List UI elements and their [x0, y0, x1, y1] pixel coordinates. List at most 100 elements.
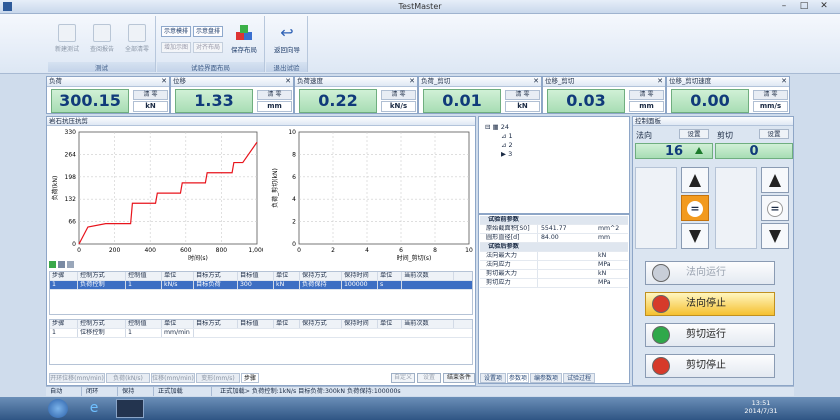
table-row[interactable]: 1 位移控制 1 mm/min [50, 329, 472, 338]
view-report-button[interactable]: 查阅报告 [85, 22, 119, 53]
bottom-action-button[interactable]: 自定义 [391, 373, 415, 383]
control-button-label: 剪切停止 [686, 360, 726, 371]
close-icon[interactable]: ✕ [781, 77, 787, 86]
main-panel-title: 岩石抗压抗剪 [47, 117, 475, 126]
property-category[interactable]: 试验前参数 [480, 216, 628, 225]
zero-button[interactable]: 清 零 [381, 90, 416, 100]
property-tab[interactable]: 参数项 [507, 373, 529, 383]
zero-button[interactable]: 清 零 [505, 90, 540, 100]
x-tick-label: 2 [331, 247, 335, 254]
testmaster-taskbar-icon[interactable] [116, 399, 144, 418]
zero-button[interactable]: 清 零 [257, 90, 292, 100]
normal-set-button[interactable]: 设置 [679, 129, 709, 139]
close-icon[interactable]: ✕ [409, 77, 415, 86]
property-tab[interactable]: 试验过程 [563, 373, 595, 383]
return-wizard-button[interactable]: ↩ 返回向导 [270, 22, 304, 55]
close-icon[interactable]: ✕ [533, 77, 539, 86]
tree-item[interactable]: ⊿ 1 [501, 132, 513, 140]
column-header: 目标方式 [194, 320, 238, 328]
control-button[interactable]: 剪切运行 [645, 323, 775, 347]
table-cell: 1 [126, 329, 162, 337]
y-tick-label: 330 [65, 129, 77, 136]
grid-icon[interactable] [58, 261, 66, 268]
shear-set-button[interactable]: 设置 [759, 129, 789, 139]
shear-up-button[interactable] [761, 167, 789, 193]
shear-down-button[interactable] [761, 223, 789, 249]
tree-root[interactable]: ⊟ ▦ 24 [485, 123, 509, 131]
close-icon[interactable]: ✕ [657, 77, 663, 86]
property-row[interactable]: 原始截面积[S0] 5541.77 mm^2 [480, 225, 628, 234]
plot-area [298, 131, 470, 245]
property-row[interactable]: 法向最大力 kN [480, 252, 628, 261]
column-header: 目标值 [238, 320, 274, 328]
layout-v-button[interactable]: 示意盘排 [193, 26, 224, 37]
property-row[interactable]: 剪切应力 MPa [480, 279, 628, 288]
column-header: 保持时间 [342, 320, 378, 328]
control-button[interactable]: 剪切停止 [645, 354, 775, 378]
add-view-button[interactable]: 增加示图 [161, 42, 192, 53]
table-cell: 1 [50, 281, 78, 289]
align-layout-button[interactable]: 对齐布局 [193, 42, 224, 53]
bottom-action-button[interactable]: 结束条件 [443, 373, 475, 383]
readout-card: 负荷 ✕ 300.15 清 零 kN [46, 76, 170, 114]
zero-button[interactable]: 清 零 [133, 90, 168, 100]
export-icon[interactable] [49, 261, 56, 268]
ribbon: 新建测试 查阅报告 全部清零 测试 示意模排 示意盘排 增加示图 对齐布局 保存… [0, 14, 840, 74]
layout-h-button[interactable]: 示意模排 [161, 26, 192, 37]
bottom-tab[interactable]: 步骤 [241, 373, 259, 383]
normal-slider-track[interactable] [635, 167, 677, 249]
card-label: 位移_剪切速度 [667, 77, 789, 87]
control-button-icon [652, 357, 670, 375]
bottom-action-button[interactable]: 设置 [417, 373, 441, 383]
bottom-tab[interactable]: 负荷(kN/s) [106, 373, 150, 383]
y-tick-label: 2 [292, 219, 296, 226]
list-icon[interactable] [67, 261, 75, 268]
table-cell: mm/min [162, 329, 194, 337]
control-button[interactable]: 法向停止 [645, 292, 775, 316]
tree-item[interactable]: ⊿ 2 [501, 141, 513, 149]
table-cell: 负荷保持 [300, 281, 342, 289]
control-button[interactable]: 法向运行 [645, 261, 775, 285]
zero-button[interactable]: 清 零 [629, 90, 664, 100]
control-panel-title: 控制面板 [633, 117, 793, 126]
card-label: 负荷速度 [295, 77, 417, 87]
new-test-button[interactable]: 新建测试 [50, 22, 84, 53]
close-icon[interactable]: ✕ [161, 77, 167, 86]
start-button[interactable] [48, 399, 68, 418]
x-tick-label: 4 [365, 247, 369, 254]
normal-hold-button[interactable]: = [681, 195, 709, 221]
control-button-label: 法向运行 [686, 267, 726, 278]
column-header: 控制值 [126, 272, 162, 280]
normal-up-button[interactable] [681, 167, 709, 193]
close-window-button[interactable]: ✕ [816, 1, 832, 12]
property-unit: mm [598, 234, 611, 241]
property-category[interactable]: 试验后参数 [480, 243, 628, 252]
clear-all-button[interactable]: 全部清零 [120, 22, 154, 53]
close-icon[interactable]: ✕ [285, 77, 291, 86]
table-cell: 300 [238, 281, 274, 289]
table-row[interactable]: 1 负荷控制 1 kN/s 目标负荷 300 kN 负荷保持 100000 s [50, 281, 472, 290]
chart-toolbar [49, 261, 89, 269]
readout-value: 300.15 [51, 89, 129, 113]
tree-item[interactable]: ▶ 3 [501, 150, 512, 158]
normal-down-button[interactable] [681, 223, 709, 249]
maximize-button[interactable]: □ [796, 1, 812, 12]
property-row[interactable]: 圆形直径[d] 84.00 mm [480, 234, 628, 243]
shear-slider-track[interactable] [715, 167, 757, 249]
zero-button[interactable]: 清 零 [753, 90, 788, 100]
bottom-tab[interactable]: 开环位移(mm/min) [49, 373, 105, 383]
property-row[interactable]: 法向应力 MPa [480, 261, 628, 270]
property-tab[interactable]: 编参数项 [530, 373, 562, 383]
save-layout-button[interactable]: 保存布局 [227, 22, 261, 54]
property-tab[interactable]: 设置项 [480, 373, 506, 383]
card-label: 负荷 [47, 77, 169, 87]
bottom-tab[interactable]: 变形(mm/s) [196, 373, 240, 383]
shear-hold-button[interactable]: = [761, 195, 789, 221]
property-row[interactable]: 剪切最大力 kN [480, 270, 628, 279]
minimize-button[interactable]: – [776, 1, 792, 12]
readout-card: 位移_剪切 ✕ 0.03 清 零 mm [542, 76, 666, 114]
bottom-tab[interactable]: 位移(mm/min) [151, 373, 195, 383]
ie-icon[interactable]: e [84, 400, 104, 417]
triangle-up-icon [769, 174, 781, 187]
return-arrow-icon: ↩ [280, 23, 294, 42]
